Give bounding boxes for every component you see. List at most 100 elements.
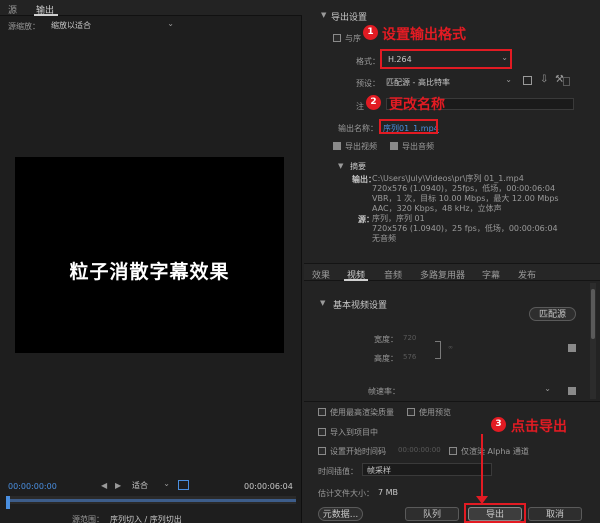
tab-effects[interactable]: 效果 [312, 268, 330, 281]
framerate-label: 帧速率： [368, 387, 400, 396]
chevron-down-icon: ⌄ [505, 75, 512, 84]
match-sequence-checkbox[interactable] [333, 34, 341, 42]
width-label: 宽度： [374, 335, 398, 344]
summary-source-line: 序列，序列 01 [372, 214, 425, 223]
source-range-value[interactable]: 序列切入 / 序列切出 [110, 514, 182, 523]
left-panel: 源 输出 源缩放： 缩放以适合 ⌄ 粒子消散字幕效果 00:00:00:00 ◀… [0, 0, 302, 523]
annotation-box-format [380, 49, 512, 69]
link-bracket [435, 341, 441, 359]
tab-captions[interactable]: 字幕 [482, 268, 500, 281]
tab-source[interactable]: 源 [8, 3, 17, 16]
chevron-down-icon: ⌄ [167, 19, 174, 28]
framerate-select[interactable]: ⌄ [403, 384, 553, 396]
import-into-project-label: 导入到项目中 [330, 428, 378, 437]
height-value[interactable]: 576 [403, 353, 416, 361]
source-range-label: 源范围： [72, 515, 104, 523]
use-previews-label: 使用预览 [419, 408, 451, 417]
video-settings-title: 基本视频设置 [333, 301, 388, 311]
export-settings-title: 导出设置 [331, 13, 368, 23]
cancel-button[interactable]: 取消 [528, 507, 582, 521]
chevron-down-icon: ⌄ [544, 384, 551, 393]
summary-source-line: 720x576 (1.0940)，25 fps，低场，00:00:06:04 [372, 224, 558, 233]
match-sequence-label: 与序 [345, 34, 361, 43]
annotation-text-3: 点击导出 [511, 419, 567, 435]
tab-multiplexer[interactable]: 多路复用器 [420, 268, 465, 281]
fit-value: 适合 [132, 481, 148, 490]
est-file-size-label: 估计文件大小： [318, 489, 374, 498]
use-previews-checkbox[interactable] [407, 408, 415, 416]
tab-publish[interactable]: 发布 [518, 268, 536, 281]
est-file-size-value: 7 MB [378, 488, 399, 497]
options-divider [304, 401, 600, 402]
playhead-handle[interactable] [6, 496, 10, 509]
summary-triangle-icon[interactable]: ▼ [338, 162, 343, 170]
annotation-arrow [481, 434, 483, 502]
start-timecode-value[interactable]: 00:00:00:00 [398, 446, 441, 454]
preset-select[interactable]: 匹配源 - 高比特率 ⌄ [386, 75, 514, 88]
export-audio-checkbox[interactable] [390, 142, 398, 150]
video-text: 粒子消散字幕效果 [69, 261, 230, 283]
settings-tab-bar: 效果 视频 音频 多路复用器 字幕 发布 [304, 263, 600, 281]
set-start-timecode-checkbox[interactable] [318, 447, 326, 455]
annotation-badge-3: 3 [491, 417, 506, 432]
tab-output-underline [34, 14, 58, 16]
summary-source-block: 序列，序列 01 720x576 (1.0940)，25 fps，低场，00:0… [372, 214, 582, 244]
work-area-bar [6, 499, 296, 502]
summary-title: 摘要 [350, 162, 366, 171]
video-preview: 粒子消散字幕效果 [15, 157, 284, 353]
import-preset-icon[interactable]: ⇩ [540, 74, 548, 85]
aspect-correction-icon[interactable] [178, 480, 189, 490]
tab-audio[interactable]: 音频 [384, 268, 402, 281]
import-into-project-checkbox[interactable] [318, 428, 326, 436]
queue-button[interactable]: 队列 [405, 507, 459, 521]
collapse-triangle-icon[interactable]: ▼ [321, 11, 326, 19]
export-audio-label: 导出音频 [402, 142, 434, 151]
link-icon[interactable]: ∞ [448, 344, 453, 351]
video-settings-triangle-icon[interactable]: ▼ [320, 299, 325, 307]
source-zoom-label: 源缩放： [8, 22, 40, 31]
time-interp-value: 帧采样 [367, 466, 391, 475]
annotation-box-name [379, 119, 438, 134]
settings-scrollbar-thumb[interactable] [591, 289, 595, 339]
set-start-timecode-label: 设置开始时间码 [330, 447, 386, 456]
max-render-quality-checkbox[interactable] [318, 408, 326, 416]
annotation-text-2: 更改名称 [389, 97, 445, 113]
export-video-label: 导出视频 [345, 142, 377, 151]
source-zoom-value: 缩放以适合 [51, 21, 91, 30]
save-preset-icon[interactable] [523, 76, 532, 85]
summary-output-line: 720x576 (1.0940)，25fps，低场，00:00:06:04 [372, 184, 556, 193]
summary-output-line: C:\Users\July\Videos\pr\序列 01_1.mp4 [372, 174, 524, 183]
summary-source-line: 无音频 [372, 234, 396, 243]
mark-in-icon[interactable]: ◀ [101, 481, 107, 490]
timecode-start[interactable]: 00:00:00:00 [8, 482, 57, 491]
delete-preset-icon[interactable] [563, 77, 570, 86]
match-source-button[interactable]: 匹配源 [529, 307, 576, 321]
width-match-checkbox[interactable] [568, 344, 576, 352]
annotation-text-1: 设置输出格式 [382, 27, 466, 43]
timecode-end: 00:00:06:04 [244, 482, 293, 491]
render-alpha-only-checkbox[interactable] [449, 447, 457, 455]
annotation-badge-2: 2 [366, 95, 381, 110]
width-value[interactable]: 720 [403, 334, 416, 342]
render-alpha-only-label: 仅渲染 Alpha 通道 [461, 447, 529, 456]
max-render-quality-label: 使用最高渲染质量 [330, 408, 394, 417]
format-label: 格式： [356, 57, 380, 66]
scrub-bar[interactable] [6, 496, 296, 504]
height-label: 高度： [374, 354, 398, 363]
annotation-badge-1: 1 [363, 25, 378, 40]
mark-out-icon[interactable]: ▶ [115, 481, 121, 490]
chevron-down-icon: ⌄ [163, 479, 170, 488]
time-interp-select[interactable]: 帧采样 [362, 463, 492, 476]
comment-label: 注 [356, 102, 364, 111]
summary-output-block: C:\Users\July\Videos\pr\序列 01_1.mp4 720x… [372, 174, 582, 214]
export-video-checkbox[interactable] [333, 142, 341, 150]
source-zoom-select[interactable]: 缩放以适合 ⌄ [48, 19, 178, 32]
metadata-button[interactable]: 元数据... [318, 507, 363, 521]
settings-scrollbar[interactable] [590, 283, 596, 399]
fit-select[interactable]: 适合 ⌄ [130, 479, 172, 491]
preset-label: 预设： [356, 79, 380, 88]
time-interp-label: 时间插值： [318, 467, 358, 476]
left-tab-bar: 源 输出 [0, 0, 302, 16]
framerate-match-checkbox[interactable] [568, 387, 576, 395]
annotation-box-export [464, 503, 526, 523]
